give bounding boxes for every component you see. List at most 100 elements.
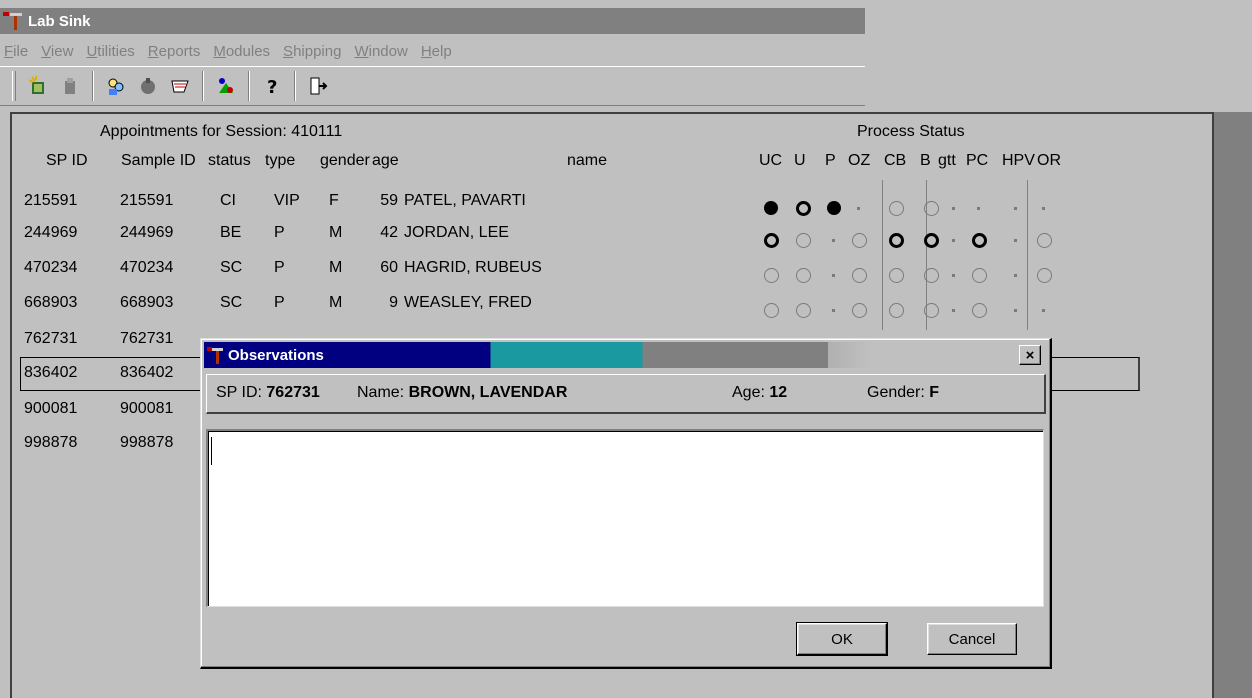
cell-status: SC [220, 259, 243, 276]
cell-type: VIP [274, 192, 300, 209]
menu-utilities[interactable]: Utilities [86, 43, 134, 60]
toolbar-separator [294, 71, 296, 101]
col-gender: gender [320, 152, 370, 169]
cell-name: PATEL, PAVARTI [404, 192, 526, 209]
cell-sample-id: 836402 [120, 364, 174, 381]
col-u: U [794, 152, 806, 169]
cell-sample-id: 215591 [120, 192, 174, 209]
open-icon[interactable] [57, 72, 83, 100]
col-hpv: HPV [1002, 152, 1035, 169]
menu-bar: File View Utilities Reports Modules Ship… [0, 36, 865, 66]
observations-dialog: Observations × SP ID: 762731 Name: BROWN… [200, 338, 1052, 669]
observations-textarea[interactable] [206, 429, 1044, 607]
specimen-icon[interactable] [213, 72, 239, 100]
window-titlebar[interactable]: Lab Sink [0, 8, 865, 34]
people-icon[interactable] [103, 72, 129, 100]
cell-age: 60 [380, 259, 398, 276]
status-circle-open-icon [889, 201, 904, 216]
cell-sp-id: 998878 [24, 434, 78, 451]
col-or: OR [1037, 152, 1061, 169]
menu-file[interactable]: File [4, 43, 28, 60]
status-circle-open-icon [1037, 268, 1052, 283]
cell-status: CI [220, 192, 236, 209]
help-icon[interactable]: ? [259, 72, 285, 100]
toolbar-separator [202, 71, 204, 101]
col-sample-id: Sample ID [121, 152, 196, 169]
menu-view[interactable]: View [41, 43, 73, 60]
col-name: name [567, 152, 608, 169]
col-oz: OZ [848, 152, 871, 169]
cell-sample-id: 762731 [120, 330, 174, 347]
mdi-background-strip [1212, 112, 1252, 698]
status-circle-open-icon [852, 233, 867, 248]
menu-window[interactable]: Window [354, 43, 407, 60]
process-status-title: Process Status [857, 123, 965, 140]
status-circle-solid-icon [827, 201, 841, 215]
status-circle-open-icon [924, 303, 939, 318]
cell-sp-id: 215591 [24, 192, 78, 209]
cell-sp-id: 244969 [24, 224, 78, 241]
status-circle-open-icon [1037, 233, 1052, 248]
cell-name: WEASLEY, FRED [404, 294, 532, 311]
col-p: P [825, 152, 836, 169]
status-dot-icon [977, 207, 980, 210]
status-dot-icon [1014, 239, 1017, 242]
status-circle-open-icon [852, 303, 867, 318]
process-divider [882, 180, 883, 330]
text-caret [211, 437, 212, 465]
new-icon[interactable] [25, 72, 51, 100]
scan-icon[interactable] [167, 72, 193, 100]
cell-age: 42 [380, 224, 398, 241]
col-b: B [920, 152, 931, 169]
status-circle-open-icon [924, 201, 939, 216]
cell-sample-id: 998878 [120, 434, 174, 451]
status-dot-icon [1042, 309, 1045, 312]
status-circle-open-icon [764, 303, 779, 318]
age-value: 12 [769, 384, 788, 401]
window-title: Lab Sink [28, 12, 91, 30]
cell-name: JORDAN, LEE [404, 224, 509, 241]
status-dot-icon [832, 274, 835, 277]
session-title: Appointments for Session: 410111 [100, 123, 343, 140]
status-circle-open-icon [796, 233, 811, 248]
cell-sp-id: 836402 [24, 364, 78, 381]
col-type: type [265, 152, 296, 169]
cell-sp-id: 762731 [24, 330, 78, 347]
cell-type: P [274, 259, 285, 276]
toolbar-grip[interactable] [12, 71, 16, 101]
status-dot-icon [857, 207, 860, 210]
status-dot-icon [952, 239, 955, 242]
ok-button[interactable]: OK [796, 622, 888, 656]
cell-sample-id: 470234 [120, 259, 174, 276]
col-status: status [208, 152, 251, 169]
cell-gender: M [329, 259, 343, 276]
status-circle-open-icon [796, 303, 811, 318]
toolbar-separator [92, 71, 94, 101]
status-circle-bold-icon [889, 233, 904, 248]
cell-gender: M [329, 294, 343, 311]
menu-shipping[interactable]: Shipping [283, 43, 341, 60]
status-dot-icon [1014, 309, 1017, 312]
dialog-titlebar[interactable]: Observations × [204, 342, 1047, 368]
cancel-button[interactable]: Cancel [927, 623, 1017, 655]
cell-gender: F [329, 192, 339, 209]
status-circle-bold-icon [764, 233, 779, 248]
status-circle-bold-icon [796, 201, 811, 216]
status-circle-open-icon [852, 268, 867, 283]
cell-status: SC [220, 294, 243, 311]
menu-help[interactable]: Help [421, 43, 452, 60]
status-dot-icon [1014, 274, 1017, 277]
cell-sp-id: 668903 [24, 294, 78, 311]
close-icon[interactable]: × [1019, 345, 1041, 365]
status-dot-icon [952, 309, 955, 312]
col-age: age [372, 152, 399, 169]
cell-gender: M [329, 224, 343, 241]
stop-icon[interactable] [135, 72, 161, 100]
menu-reports[interactable]: Reports [148, 43, 201, 60]
cell-type: P [274, 294, 285, 311]
age-label: Age: 12 [732, 384, 788, 401]
col-cb: CB [884, 152, 907, 169]
exit-icon[interactable] [305, 72, 331, 100]
menu-modules[interactable]: Modules [213, 43, 270, 60]
status-circle-bold-icon [924, 233, 939, 248]
